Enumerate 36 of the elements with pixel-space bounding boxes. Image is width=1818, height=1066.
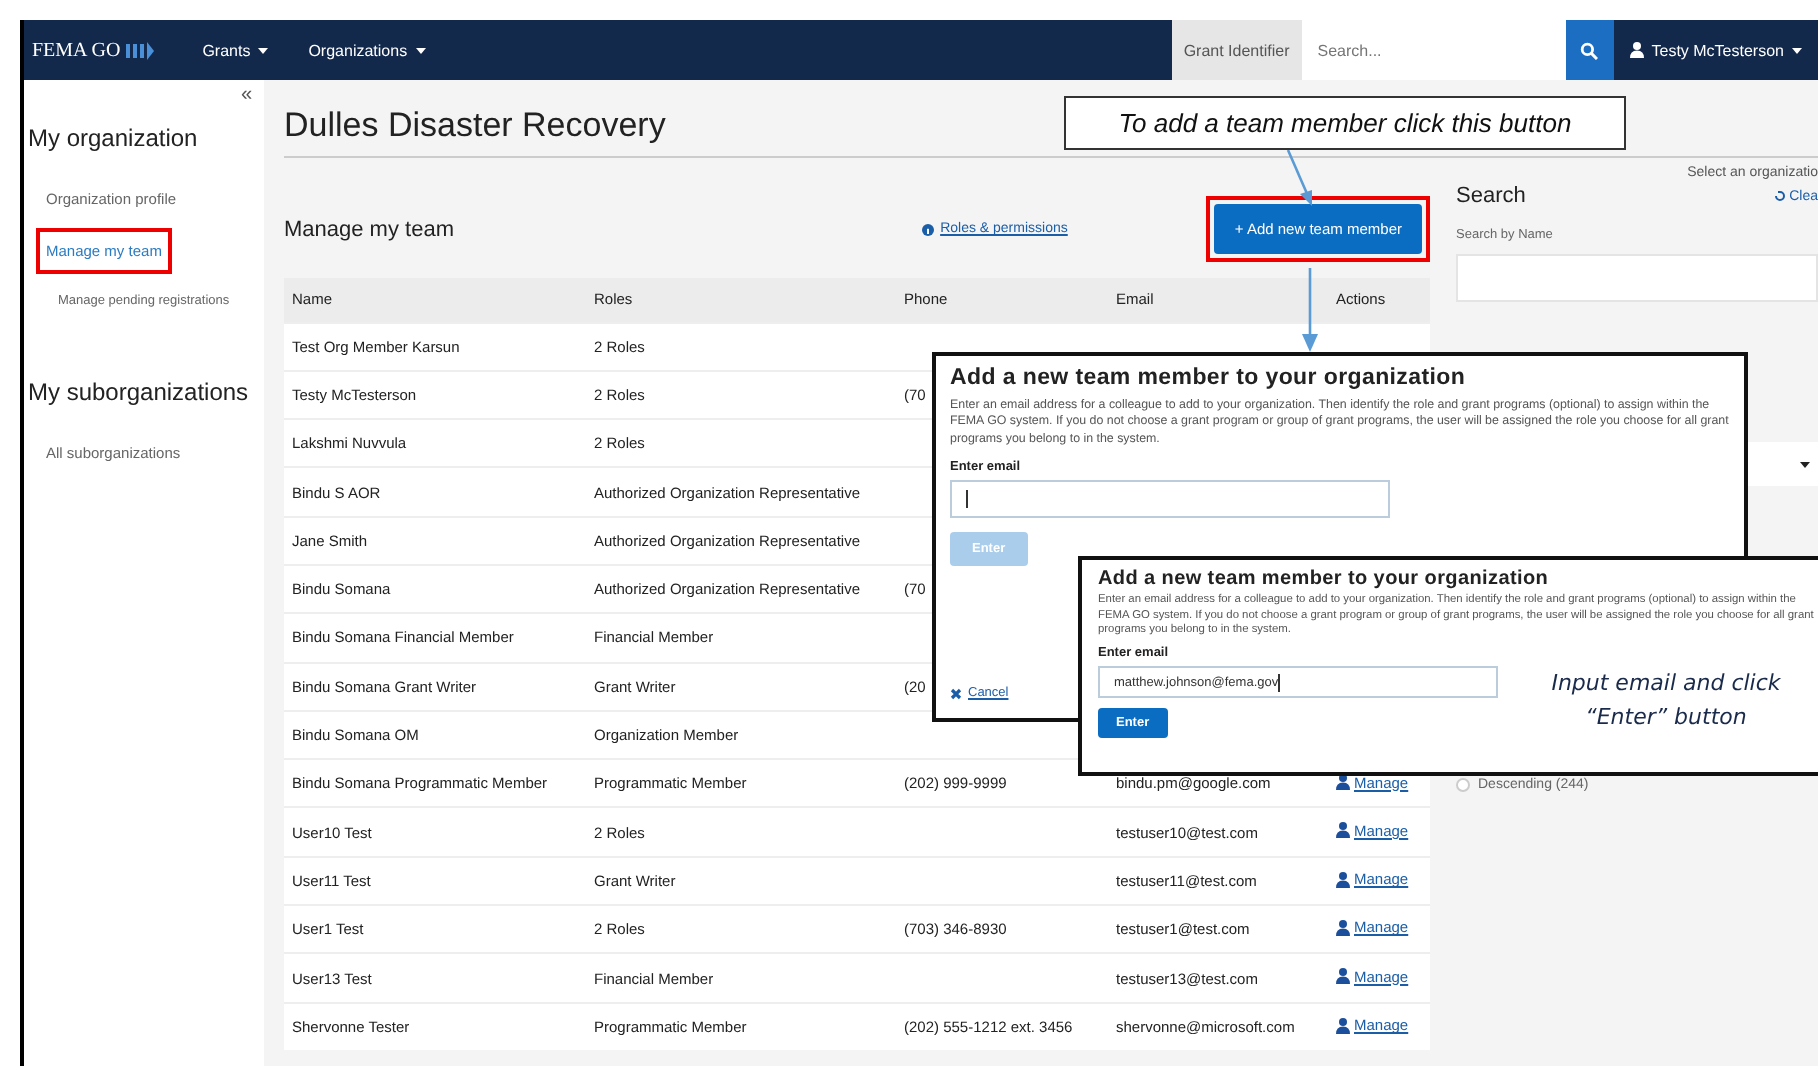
close-icon [950, 687, 962, 699]
person-icon [1336, 968, 1350, 985]
search-field[interactable]: Search... [1301, 20, 1566, 80]
dialog-title: Add a new team member to your organization [950, 366, 1468, 390]
caret-icon [1792, 47, 1802, 53]
person-icon [1336, 822, 1350, 839]
refresh-icon [1773, 190, 1786, 202]
email-field[interactable] [950, 480, 1390, 519]
caret-icon [258, 47, 269, 53]
search-icon [1580, 41, 1599, 59]
sidebar-heading: My organization [28, 124, 200, 152]
person-icon [1629, 42, 1644, 58]
dialog-title: Add a new team member to your organization [1098, 568, 1551, 590]
nav-menu[interactable]: Grants [182, 41, 289, 59]
person-icon [1336, 919, 1350, 936]
person-icon [1336, 1017, 1350, 1034]
callout-box: To add a team member click this button [1064, 96, 1626, 150]
radio-button[interactable] [1456, 778, 1470, 792]
logo-bars-icon [126, 41, 155, 59]
instruction-note: Input email and click “Enter” button [1549, 668, 1783, 733]
search-button[interactable] [1565, 20, 1614, 80]
caret-icon [1800, 461, 1810, 467]
collapse-button[interactable]: « [240, 84, 252, 106]
person-icon [1336, 774, 1350, 791]
person-icon [1336, 871, 1350, 888]
info-icon [922, 223, 935, 235]
section-heading: Manage my team [284, 217, 456, 241]
nav-menu[interactable]: Organizations [288, 41, 446, 59]
arrow-drawing [1300, 268, 1320, 352]
caret-icon [415, 47, 426, 53]
logo-text: FEMA GO [32, 39, 121, 61]
search-heading: Search [1456, 184, 1526, 208]
grant-identifier-label: Grant Identifier [1171, 20, 1302, 80]
user-menu[interactable]: Testy McTesterson [1613, 41, 1818, 59]
name-search-field[interactable] [1456, 254, 1818, 302]
sidebar-heading: My suborganizations [28, 378, 251, 406]
